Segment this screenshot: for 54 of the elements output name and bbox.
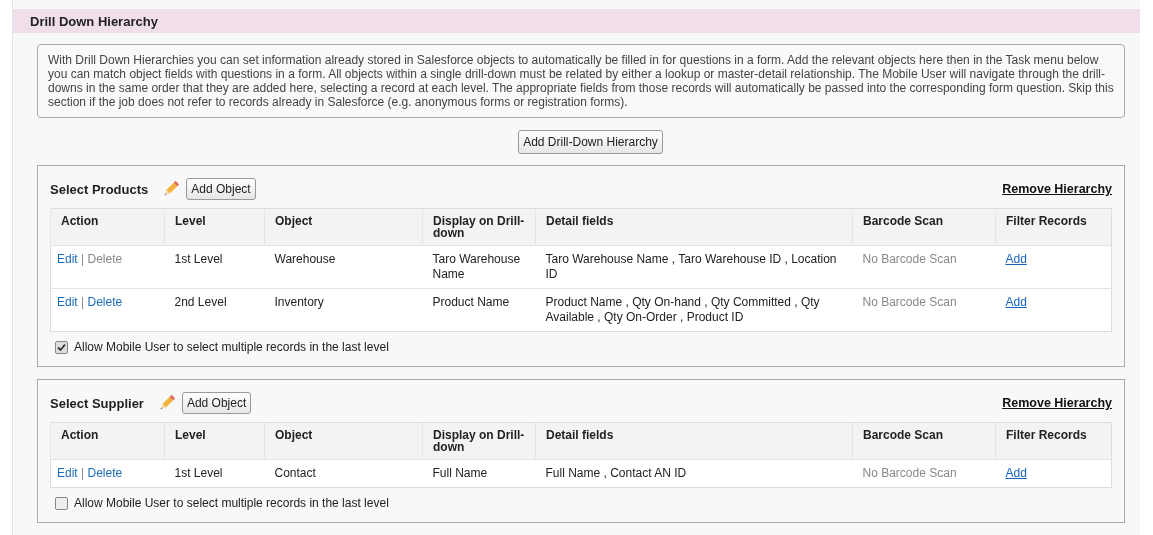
table-cell: Taro Warehouse Name xyxy=(432,252,521,281)
column-header: Level xyxy=(164,208,265,246)
table-cell: Warehouse xyxy=(274,252,336,266)
checkbox[interactable] xyxy=(55,340,68,354)
table-cell: 2nd Level xyxy=(174,295,227,309)
column-header: Barcode Scan xyxy=(852,208,996,246)
separator: | xyxy=(81,466,85,480)
column-header: Object xyxy=(264,208,423,246)
separator: | xyxy=(81,252,85,266)
column-header: Detail fields xyxy=(535,422,853,460)
section-title: Drill Down Hierarchy xyxy=(30,13,158,29)
hierarchy-title: Select Products xyxy=(50,181,149,197)
column-header: Action xyxy=(50,422,165,460)
description-text: With Drill Down Hierarchies you can set information already stored in Salesforce objects to automatically be filled in for questions in a form. Add the relevant objects here then in the Task menu below you can match object fields with questions in a form. All objects within a single drill-down must be related by either a lookup or master-detail relationship. The Mobile User will navigate through the drill-downs in the same order that they are added here, selecting a record at each level. The appropriate fields from those records will automatically be passed into the corresponding form question. Skip this section if the job does not refer to records already in Salesforce (e.g. anonymous forms or registration forms). xyxy=(37,44,1125,118)
table-cell: 1st Level xyxy=(174,466,223,480)
pencil-icon[interactable] xyxy=(162,180,181,198)
separator: | xyxy=(81,295,85,309)
add-object-button[interactable]: Add Object xyxy=(186,178,256,200)
edit-link[interactable]: Edit xyxy=(57,466,78,480)
add-filter-link[interactable]: Add xyxy=(1005,252,1027,266)
remove-hierarchy-link[interactable]: Remove Hierarchy xyxy=(1002,396,1112,410)
table-cell: No Barcode Scan xyxy=(862,466,957,480)
delete-link[interactable]: Delete xyxy=(87,295,123,309)
column-header: Barcode Scan xyxy=(852,422,996,460)
table-cell: Contact xyxy=(274,466,316,480)
column-header: Detail fields xyxy=(535,208,853,246)
add-hierarchy-button[interactable]: Add Drill-Down Hierarchy xyxy=(518,130,663,154)
table-cell: 1st Level xyxy=(174,252,223,266)
table-cell: Full Name , Contact AN ID xyxy=(545,466,687,480)
table-cell: Product Name , Qty On-hand , Qty Committed , Qty Available , Qty On-Order , Product ID xyxy=(545,295,820,324)
column-header: Action xyxy=(50,208,165,246)
hierarchy-title: Select Supplier xyxy=(50,395,144,411)
column-header: Filter Records xyxy=(995,422,1112,460)
table-cell: Full Name xyxy=(432,466,488,480)
table-cell: Inventory xyxy=(274,295,324,309)
checkbox-label: Allow Mobile User to select multiple records in the last level xyxy=(74,496,389,510)
column-header: Object xyxy=(264,422,423,460)
column-header: Display on Drill-down xyxy=(422,208,536,246)
table-cell: Taro Warehouse Name , Taro Warehouse ID , Location ID xyxy=(545,252,837,281)
edit-link[interactable]: Edit xyxy=(57,295,78,309)
edit-link[interactable]: Edit xyxy=(57,252,78,266)
remove-hierarchy-link[interactable]: Remove Hierarchy xyxy=(1002,182,1112,196)
table-cell: No Barcode Scan xyxy=(862,295,957,309)
add-filter-link[interactable]: Add xyxy=(1005,466,1027,480)
checkbox-label: Allow Mobile User to select multiple records in the last level xyxy=(74,340,389,354)
column-header: Filter Records xyxy=(995,208,1112,246)
checkbox[interactable] xyxy=(55,496,68,510)
table-cell: Product Name xyxy=(432,295,510,309)
table-cell: No Barcode Scan xyxy=(862,252,957,266)
add-filter-link[interactable]: Add xyxy=(1005,295,1027,309)
add-object-button[interactable]: Add Object xyxy=(181,392,252,414)
column-header: Level xyxy=(164,422,265,460)
delete-link[interactable]: Delete xyxy=(87,466,123,480)
column-header: Display on Drill-down xyxy=(422,422,536,460)
